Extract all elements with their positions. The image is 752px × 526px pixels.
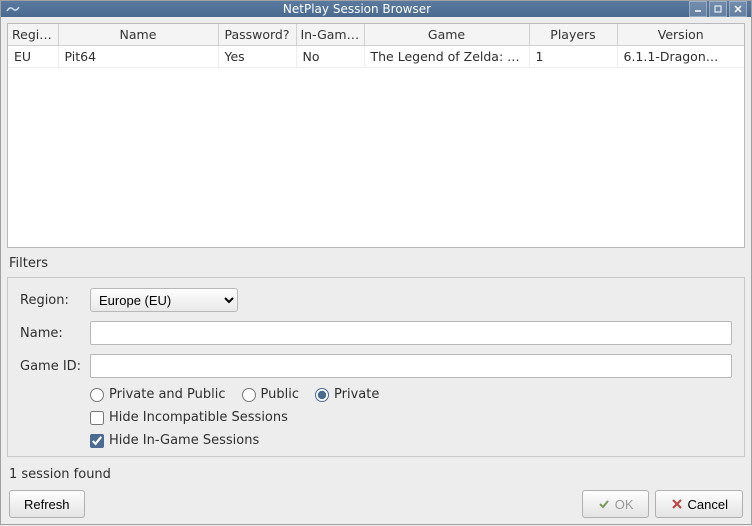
col-header-password[interactable]: Password?	[218, 24, 296, 46]
region-row: Region: Europe (EU)	[20, 288, 732, 312]
radio-public[interactable]: Public	[242, 387, 299, 402]
ok-button[interactable]: OK	[582, 490, 649, 518]
hide-incompatible-checkbox[interactable]: Hide Incompatible Sessions	[90, 410, 288, 425]
hide-ingame-checkbox[interactable]: Hide In-Game Sessions	[90, 433, 259, 448]
cancel-button[interactable]: Cancel	[655, 490, 743, 518]
table-header-row: Region Name Password? In-Game? Game Play…	[8, 24, 744, 46]
col-header-version[interactable]: Version	[617, 24, 744, 46]
cancel-icon	[670, 497, 684, 511]
hide-ingame-row: Hide In-Game Sessions	[90, 433, 732, 448]
hide-ingame-input[interactable]	[90, 434, 104, 448]
gameid-label: Game ID:	[20, 359, 90, 374]
radio-private-public-label: Private and Public	[109, 387, 226, 402]
filters-panel: Region: Europe (EU) Name: Game ID: Priv	[7, 277, 745, 457]
hide-incompatible-label: Hide Incompatible Sessions	[109, 410, 288, 425]
content-area: Region Name Password? In-Game? Game Play…	[1, 17, 751, 526]
maximize-button[interactable]	[709, 1, 727, 17]
radio-private[interactable]: Private	[315, 387, 379, 402]
window: NetPlay Session Browser Region Name Pass…	[0, 0, 752, 525]
session-table-container: Region Name Password? In-Game? Game Play…	[7, 23, 745, 248]
status-text: 1 session found	[7, 463, 745, 484]
visibility-radio-group: Private and Public Public Private	[90, 387, 732, 402]
cell-players: 1	[529, 46, 617, 68]
hide-incompatible-input[interactable]	[90, 411, 104, 425]
col-header-name[interactable]: Name	[58, 24, 218, 46]
minimize-button[interactable]	[689, 1, 707, 17]
radio-private-input[interactable]	[315, 388, 329, 402]
cell-password: Yes	[218, 46, 296, 68]
session-table[interactable]: Region Name Password? In-Game? Game Play…	[8, 24, 744, 68]
titlebar: NetPlay Session Browser	[1, 1, 751, 17]
refresh-button[interactable]: Refresh	[9, 490, 85, 518]
cancel-button-label: Cancel	[688, 497, 728, 512]
button-bar: Refresh OK Cancel	[7, 490, 745, 520]
cell-game: The Legend of Zelda: Fo…	[364, 46, 529, 68]
region-label: Region:	[20, 293, 90, 308]
table-row[interactable]: EU Pit64 Yes No The Legend of Zelda: Fo……	[8, 46, 744, 68]
col-header-region[interactable]: Region	[8, 24, 58, 46]
cell-ingame: No	[296, 46, 364, 68]
gameid-input[interactable]	[90, 354, 732, 378]
window-controls	[689, 1, 747, 17]
gameid-row: Game ID:	[20, 354, 732, 378]
app-icon	[5, 1, 21, 17]
filters-section-label: Filters	[7, 254, 745, 271]
name-row: Name:	[20, 321, 732, 345]
col-header-ingame[interactable]: In-Game?	[296, 24, 364, 46]
radio-private-public-input[interactable]	[90, 388, 104, 402]
cell-name: Pit64	[58, 46, 218, 68]
refresh-button-label: Refresh	[24, 497, 70, 512]
radio-private-label: Private	[334, 387, 379, 402]
radio-private-public[interactable]: Private and Public	[90, 387, 226, 402]
name-input[interactable]	[90, 321, 732, 345]
close-button[interactable]	[729, 1, 747, 17]
hide-ingame-label: Hide In-Game Sessions	[109, 433, 259, 448]
region-select[interactable]: Europe (EU)	[90, 288, 238, 312]
name-label: Name:	[20, 326, 90, 341]
window-title: NetPlay Session Browser	[25, 2, 689, 16]
radio-public-input[interactable]	[242, 388, 256, 402]
hide-incompatible-row: Hide Incompatible Sessions	[90, 410, 732, 425]
col-header-players[interactable]: Players	[529, 24, 617, 46]
cell-region: EU	[8, 46, 58, 68]
cell-version: 6.1.1-Dragon…	[617, 46, 744, 68]
col-header-game[interactable]: Game	[364, 24, 529, 46]
ok-icon	[597, 497, 611, 511]
ok-button-label: OK	[615, 497, 634, 512]
radio-public-label: Public	[261, 387, 299, 402]
